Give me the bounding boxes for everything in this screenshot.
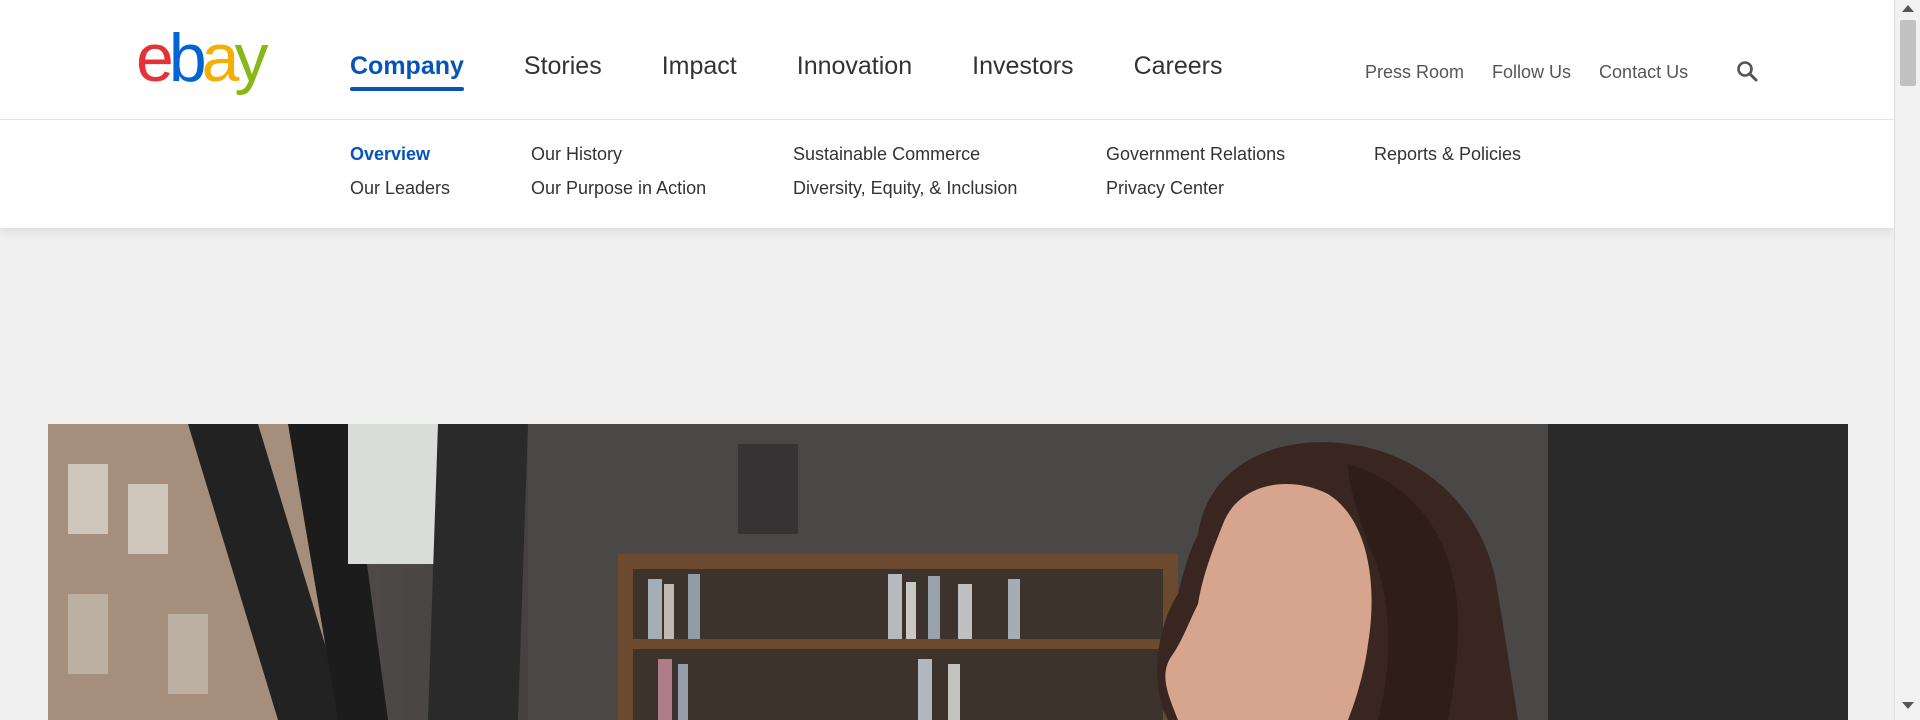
subnav-diversity-equity-inclusion[interactable]: Diversity, Equity, & Inclusion	[793, 178, 1017, 199]
subnav-reports-policies[interactable]: Reports & Policies	[1374, 144, 1521, 165]
scroll-thumb[interactable]	[1900, 20, 1916, 86]
vertical-scrollbar[interactable]	[1894, 0, 1920, 720]
contact-us-link[interactable]: Contact Us	[1599, 62, 1688, 83]
nav-careers[interactable]: Careers	[1134, 52, 1223, 91]
subnav-overview[interactable]: Overview	[350, 144, 450, 165]
logo-letter-b: b	[168, 20, 207, 96]
scroll-up-icon[interactable]	[1902, 5, 1914, 12]
company-subnav: Overview Our Leaders Our History Our Pur…	[0, 120, 1894, 228]
nav-impact[interactable]: Impact	[662, 52, 737, 91]
subnav-column: Overview Our Leaders	[350, 144, 450, 199]
search-icon[interactable]	[1735, 59, 1759, 83]
utility-nav: Press Room Follow Us Contact Us	[1365, 62, 1688, 83]
follow-us-link[interactable]: Follow Us	[1492, 62, 1571, 83]
ebay-logo[interactable]: e b a y	[136, 20, 268, 96]
hero-image	[48, 424, 1848, 720]
subnav-government-relations[interactable]: Government Relations	[1106, 144, 1285, 165]
subnav-sustainable-commerce[interactable]: Sustainable Commerce	[793, 144, 1017, 165]
subnav-column: Sustainable Commerce Diversity, Equity, …	[793, 144, 1017, 199]
subnav-our-leaders[interactable]: Our Leaders	[350, 178, 450, 199]
nav-innovation[interactable]: Innovation	[797, 52, 912, 91]
logo-letter-e: e	[136, 20, 174, 96]
nav-stories[interactable]: Stories	[524, 52, 602, 91]
site-header: e b a y Company Stories Impact Innovatio…	[0, 0, 1894, 120]
primary-nav: Company Stories Impact Innovation Invest…	[350, 52, 1222, 91]
nav-investors[interactable]: Investors	[972, 52, 1073, 91]
logo-letter-a: a	[201, 20, 240, 96]
logo-letter-y: y	[234, 20, 268, 96]
nav-company[interactable]: Company	[350, 52, 464, 91]
subnav-column: Reports & Policies	[1374, 144, 1521, 165]
hero-photo-illustration	[48, 424, 1848, 720]
press-room-link[interactable]: Press Room	[1365, 62, 1464, 83]
subnav-column: Our History Our Purpose in Action	[531, 144, 706, 199]
subnav-privacy-center[interactable]: Privacy Center	[1106, 178, 1285, 199]
subnav-column: Government Relations Privacy Center	[1106, 144, 1285, 199]
subnav-our-history[interactable]: Our History	[531, 144, 706, 165]
scroll-down-icon[interactable]	[1902, 702, 1914, 709]
subnav-our-purpose[interactable]: Our Purpose in Action	[531, 178, 706, 199]
